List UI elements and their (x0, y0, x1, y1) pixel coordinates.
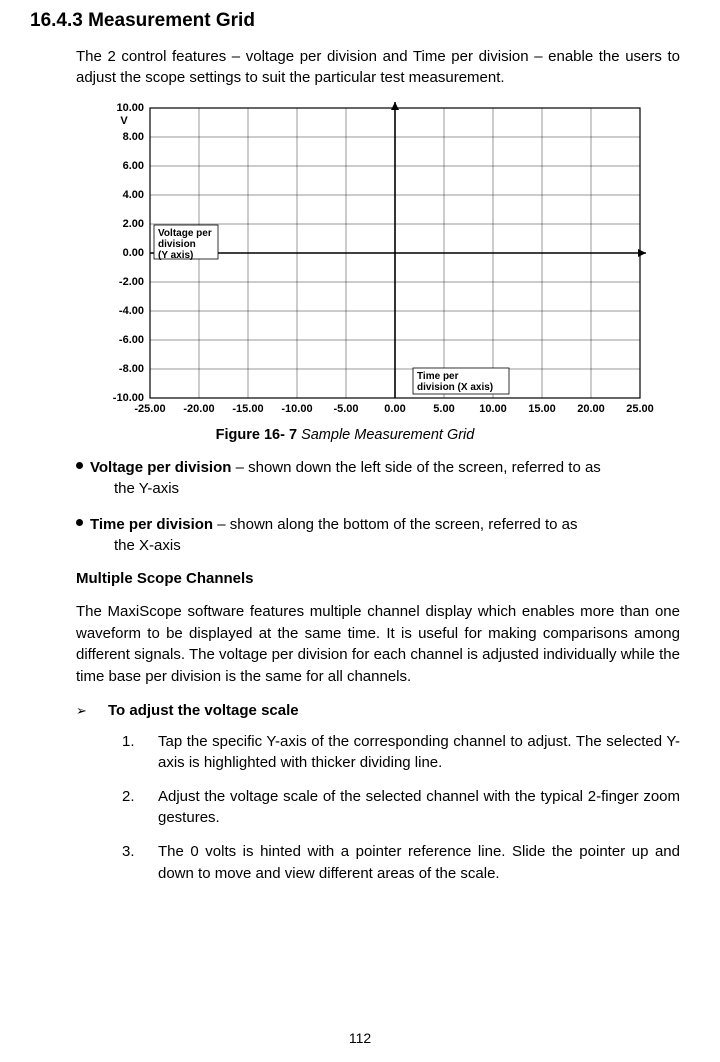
svg-text:-4.00: -4.00 (119, 305, 144, 317)
page-number: 112 (0, 1030, 720, 1046)
svg-text:division: division (158, 239, 196, 250)
figure-label: Figure 16- 7 (216, 427, 297, 443)
svg-text:20.00: 20.00 (577, 403, 605, 415)
figure-title: Sample Measurement Grid (297, 427, 474, 443)
step-text: The 0 volts is hinted with a pointer ref… (158, 841, 680, 884)
svg-text:15.00: 15.00 (528, 403, 556, 415)
ordered-steps: 1. Tap the specific Y-axis of the corres… (122, 731, 680, 885)
list-item: 1. Tap the specific Y-axis of the corres… (122, 731, 680, 774)
step-text: Tap the specific Y-axis of the correspon… (158, 731, 680, 774)
svg-text:6.00: 6.00 (123, 160, 144, 172)
bullet-icon (76, 462, 83, 469)
step-number: 2. (122, 786, 158, 829)
svg-text:-15.00: -15.00 (232, 403, 263, 415)
figure-caption: Figure 16- 7 Sample Measurement Grid (10, 427, 680, 443)
bullet-list: Voltage per division – shown down the le… (76, 457, 680, 556)
procedure-title-row: ➢ To adjust the voltage scale (76, 702, 680, 719)
svg-text:-10.00: -10.00 (281, 403, 312, 415)
bullet-item: Time per division – shown along the bott… (76, 514, 680, 557)
bullet-item: Voltage per division – shown down the le… (76, 457, 680, 500)
measurement-grid-chart: -10.00 -8.00 -6.00 -4.00 -2.00 0.00 2.00 4.00 6.… (100, 98, 680, 423)
svg-text:2.00: 2.00 (123, 218, 144, 230)
svg-text:10.00: 10.00 (116, 102, 144, 114)
procedure-title: To adjust the voltage scale (108, 702, 299, 719)
svg-text:Time per: Time per (417, 371, 459, 382)
bullet-rest: the Y-axis (90, 478, 680, 499)
bullet-icon (76, 519, 83, 526)
svg-text:-20.00: -20.00 (183, 403, 214, 415)
svg-text:-6.00: -6.00 (119, 334, 144, 346)
svg-text:5.00: 5.00 (433, 403, 454, 415)
svg-text:4.00: 4.00 (123, 189, 144, 201)
list-item: 3. The 0 volts is hinted with a pointer … (122, 841, 680, 884)
svg-text:division (X axis): division (X axis) (417, 382, 493, 393)
intro-paragraph: The 2 control features – voltage per div… (76, 46, 680, 88)
svg-text:(Y axis): (Y axis) (158, 250, 193, 261)
body-paragraph: The MaxiScope software features multiple… (76, 601, 680, 687)
svg-text:0.00: 0.00 (384, 403, 405, 415)
svg-text:-5.00: -5.00 (333, 403, 358, 415)
step-number: 1. (122, 731, 158, 774)
svg-text:10.00: 10.00 (479, 403, 507, 415)
svg-text:-8.00: -8.00 (119, 363, 144, 375)
svg-text:8.00: 8.00 (123, 131, 144, 143)
bullet-text: – shown along the bottom of the screen, … (213, 516, 577, 533)
svg-text:-2.00: -2.00 (119, 276, 144, 288)
bullet-rest: the X-axis (90, 535, 680, 556)
step-number: 3. (122, 841, 158, 884)
bullet-text: – shown down the left side of the screen… (231, 459, 600, 476)
section-heading: 16.4.3 Measurement Grid (30, 10, 680, 32)
svg-text:0.00: 0.00 (123, 247, 144, 259)
arrow-icon: ➢ (76, 702, 108, 719)
bullet-lead: Time per division (90, 516, 213, 533)
svg-text:V: V (120, 115, 128, 127)
svg-text:-25.00: -25.00 (134, 403, 165, 415)
svg-text:Voltage per: Voltage per (158, 228, 212, 239)
list-item: 2. Adjust the voltage scale of the selec… (122, 786, 680, 829)
step-text: Adjust the voltage scale of the selected… (158, 786, 680, 829)
bullet-lead: Voltage per division (90, 459, 231, 476)
subheading: Multiple Scope Channels (76, 570, 680, 587)
svg-text:25.00: 25.00 (626, 403, 654, 415)
